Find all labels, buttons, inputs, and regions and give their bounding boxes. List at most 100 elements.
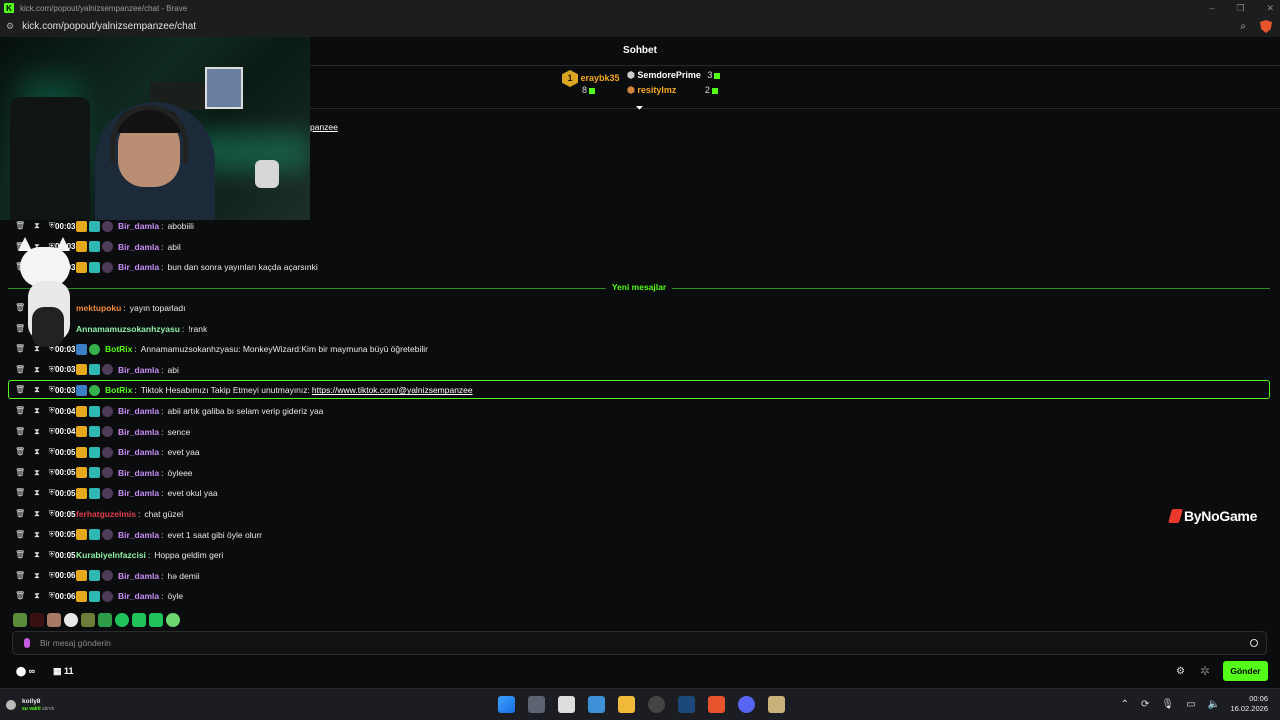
message-username[interactable]: Bir_damla: [118, 530, 159, 540]
leaderboard-third[interactable]: ⬢ resitylmz 2: [627, 85, 718, 96]
crown-badge-icon[interactable]: [76, 570, 87, 582]
send-button[interactable]: Gönder: [1223, 661, 1268, 681]
ban-icon[interactable]: ⛨: [49, 571, 55, 581]
emoji-picker-icon[interactable]: [1250, 639, 1258, 647]
sub-badge-icon[interactable]: [89, 467, 100, 479]
microphone-icon[interactable]: [24, 638, 30, 648]
emote-icon[interactable]: [149, 613, 163, 627]
emote-icon[interactable]: [115, 613, 129, 627]
sync-icon[interactable]: ⟳: [1141, 699, 1149, 710]
hero-badge-icon[interactable]: [102, 590, 113, 602]
crown-badge-icon[interactable]: [76, 426, 87, 438]
minimize-icon[interactable]: –: [1209, 3, 1214, 14]
message-username[interactable]: Bir_damla: [118, 221, 159, 231]
steam-icon[interactable]: [678, 696, 695, 713]
leaderboard-second[interactable]: ⬢ SemdorePrime 3: [627, 70, 721, 81]
emote-icon[interactable]: [30, 613, 44, 627]
hero-badge-icon[interactable]: [102, 364, 113, 376]
taskbar-user-widget[interactable]: koily8 su vakti alındı: [6, 698, 54, 712]
timeout-icon[interactable]: ⧗: [34, 447, 40, 457]
sub-badge-icon[interactable]: [89, 529, 100, 541]
task-view-icon[interactable]: [528, 696, 545, 713]
hero-badge-icon[interactable]: [102, 261, 113, 273]
hero-badge-icon[interactable]: [102, 241, 113, 252]
message-username[interactable]: Bir_damla: [118, 365, 159, 375]
verified-badge-icon[interactable]: [89, 343, 100, 355]
photos-icon[interactable]: [588, 696, 605, 713]
crown-badge-icon[interactable]: [76, 405, 87, 417]
crown-badge-icon[interactable]: [76, 467, 87, 479]
message-username[interactable]: KurabiyeInfazcisi: [76, 550, 146, 560]
discord-icon[interactable]: [738, 696, 755, 713]
chat-settings-icon[interactable]: ✲: [1200, 664, 1210, 678]
timeout-icon[interactable]: ⧗: [34, 571, 40, 581]
crown-badge-icon[interactable]: [76, 446, 87, 458]
hero-badge-icon[interactable]: [102, 529, 113, 541]
media-player-icon[interactable]: [768, 696, 785, 713]
emote-icon[interactable]: [47, 613, 61, 627]
sub-badge-icon[interactable]: [89, 364, 100, 376]
ban-icon[interactable]: ⛨: [49, 550, 55, 560]
pinned-link[interactable]: panzee: [310, 122, 338, 132]
delete-icon[interactable]: 🗑: [15, 468, 25, 478]
settings-gear-icon[interactable]: ⚙: [1176, 666, 1185, 677]
verified-badge-icon[interactable]: [89, 384, 100, 396]
message-link[interactable]: https://www.tiktok.com/@yalnizsempanzee: [312, 385, 473, 395]
sub-badge-icon[interactable]: [89, 261, 100, 273]
hero-badge-icon[interactable]: [102, 487, 113, 499]
ban-icon[interactable]: ⛨: [49, 427, 55, 437]
gifts-counter[interactable]: ▦ 11: [53, 666, 74, 677]
ban-icon[interactable]: ⛨: [49, 468, 55, 478]
message-username[interactable]: ferhatguzelmis: [76, 509, 136, 519]
delete-icon[interactable]: 🗑: [15, 365, 25, 375]
emote-icon[interactable]: [81, 613, 95, 627]
file-explorer-icon[interactable]: [618, 696, 635, 713]
message-username[interactable]: Bir_damla: [118, 591, 159, 601]
ban-icon[interactable]: ⛨: [49, 530, 55, 540]
microphone-tray-icon[interactable]: 🎙: [1161, 699, 1174, 710]
obs-icon[interactable]: [648, 696, 665, 713]
emote-icon[interactable]: [13, 613, 27, 627]
timeout-icon[interactable]: ⧗: [34, 427, 40, 437]
volume-icon[interactable]: 🔈: [1208, 699, 1220, 710]
message-username[interactable]: BotRix: [105, 344, 132, 354]
message-username[interactable]: Annamamuzsokanhzyasu: [76, 324, 180, 334]
brave-shields-icon[interactable]: [1260, 20, 1272, 33]
ban-icon[interactable]: ⛨: [49, 488, 55, 498]
sub-badge-icon[interactable]: [89, 405, 100, 417]
expand-arrow-icon[interactable]: ⏷: [634, 104, 645, 114]
message-username[interactable]: Bir_damla: [118, 262, 159, 272]
site-settings-icon[interactable]: ⚙: [6, 21, 14, 32]
message-username[interactable]: Bir_damla: [118, 242, 159, 252]
hero-badge-icon[interactable]: [102, 467, 113, 479]
snipping-tool-icon[interactable]: [558, 696, 575, 713]
timeout-icon[interactable]: ⧗: [34, 365, 40, 375]
zoom-search-icon[interactable]: ⌕: [1240, 21, 1246, 32]
network-icon[interactable]: ▭: [1186, 699, 1195, 710]
emote-icon[interactable]: [132, 613, 146, 627]
sub-badge-icon[interactable]: [89, 446, 100, 458]
delete-icon[interactable]: 🗑: [15, 591, 25, 601]
hero-badge-icon[interactable]: [102, 220, 113, 232]
delete-icon[interactable]: 🗑: [15, 427, 25, 437]
ban-icon[interactable]: ⛨: [49, 509, 55, 519]
sub-badge-icon[interactable]: [89, 241, 100, 252]
ban-icon[interactable]: ⛨: [49, 221, 55, 231]
emote-icon[interactable]: [98, 613, 112, 627]
crown-badge-icon[interactable]: [76, 364, 87, 376]
windows-start-icon[interactable]: [498, 696, 515, 713]
ban-icon[interactable]: ⛨: [49, 385, 55, 395]
delete-icon[interactable]: 🗑: [15, 550, 25, 560]
ban-icon[interactable]: ⛨: [49, 406, 55, 416]
delete-icon[interactable]: 🗑: [15, 406, 25, 416]
url-text[interactable]: kick.com/popout/yalnizsempanzee/chat: [22, 21, 196, 32]
message-username[interactable]: Bir_damla: [118, 488, 159, 498]
delete-icon[interactable]: 🗑: [15, 530, 25, 540]
brave-browser-icon[interactable]: [708, 696, 725, 713]
message-username[interactable]: Bir_damla: [118, 468, 159, 478]
message-username[interactable]: Bir_damla: [118, 571, 159, 581]
tray-chevron-icon[interactable]: ⌃: [1121, 699, 1129, 710]
emote-icon[interactable]: [166, 613, 180, 627]
message-username[interactable]: Bir_damla: [118, 427, 159, 437]
timeout-icon[interactable]: ⧗: [34, 488, 40, 498]
